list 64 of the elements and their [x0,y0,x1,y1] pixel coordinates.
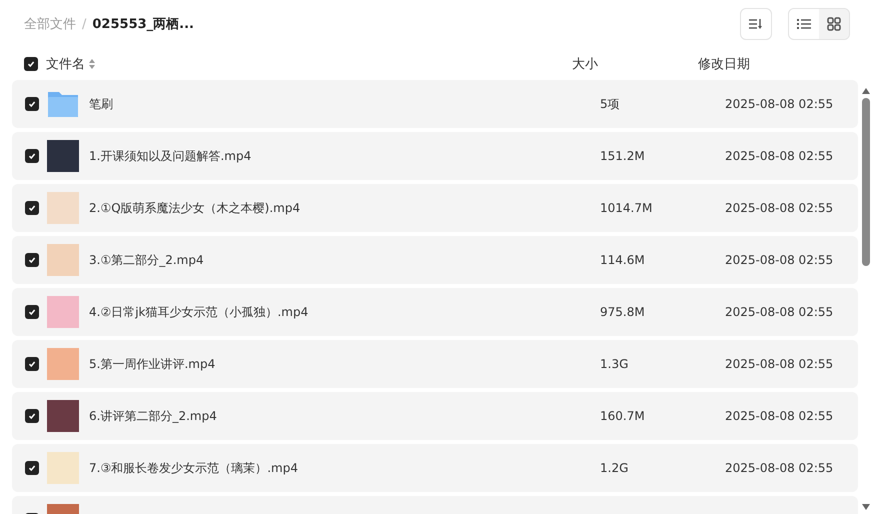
file-row[interactable]: 6.讲评第二部分_2.mp4 160.7M 2025-08-08 02:55 [12,392,858,440]
file-row[interactable]: 2.①Q版萌系魔法少女（木之本樱).mp4 1014.7M 2025-08-08 02:55 [12,184,858,232]
modified-date: 2025-08-08 02:55 [725,409,834,423]
checkbox[interactable] [25,461,39,475]
file-size: 114.6M [600,253,646,267]
file-name: 2.①Q版萌系魔法少女（木之本樱).mp4 [89,200,302,216]
checkbox[interactable] [25,409,39,423]
list-icon [797,18,811,30]
checkbox[interactable] [25,357,39,371]
scrollbar-thumb[interactable] [862,98,870,266]
check-icon [28,204,36,212]
file-row[interactable]: 7.③和服长卷发少女示范（璃茉）.mp4 1.2G 2025-08-08 02:55 [12,444,858,492]
file-name: 1.开课须知以及问题解答.mp4 [89,148,252,164]
check-icon [28,256,36,264]
file-row[interactable]: 3.①第二部分_2.mp4 114.6M 2025-08-08 02:55 [12,236,858,284]
file-size: 1.3G [600,357,630,371]
file-row[interactable]: 4.②日常jk猫耳少女示范（小孤独）.mp4 975.8M 2025-08-08 02:55 [12,288,858,336]
check-icon [28,360,36,368]
sort-icon[interactable] [89,59,95,69]
file-row[interactable]: 笔刷 5项 2025-08-08 02:55 [12,80,858,128]
checkbox[interactable] [25,201,39,215]
modified-date: 2025-08-08 02:55 [725,357,834,371]
file-size: 5项 [600,96,621,112]
sort-button[interactable] [740,8,772,40]
check-icon [28,412,36,420]
file-name: 3.①第二部分_2.mp4 [89,252,205,268]
list-view-button[interactable] [789,9,819,39]
file-size: 1.2G [600,461,630,475]
check-icon [28,464,36,472]
column-header[interactable]: 文件名 [46,55,85,73]
file-row[interactable]: 1.开课须知以及问题解答.mp4 151.2M 2025-08-08 02:55 [12,132,858,180]
grid-icon [827,17,841,31]
modified-date: 2025-08-08 02:55 [725,305,834,319]
checkbox[interactable] [25,149,39,163]
file-name: 笔刷 [89,96,114,112]
breadcrumb-current: 025553_两栖... [92,16,194,33]
check-icon [28,100,36,108]
check-icon [28,152,36,160]
breadcrumb-separator: / [82,16,86,32]
file-size: 151.2M [600,149,646,163]
modified-date: 2025-08-08 02:55 [725,97,834,111]
file-name: 4.②日常jk猫耳少女示范（小孤独）.mp4 [89,304,310,320]
scroll-down-icon[interactable] [862,504,870,510]
column-header: 大小 [572,57,598,72]
file-size: 160.7M [600,409,646,423]
checkbox[interactable] [25,305,39,319]
scroll-up-icon[interactable] [862,88,870,94]
file-name: 7.③和服长卷发少女示范（璃茉）.mp4 [89,460,299,476]
modified-date: 2025-08-08 02:55 [725,149,834,163]
check-icon [27,60,35,68]
modified-date: 2025-08-08 02:55 [725,253,834,267]
checkbox[interactable] [25,97,39,111]
check-icon [28,308,36,316]
checkbox[interactable] [24,57,38,71]
file-name: 5.第一周作业讲评.mp4 [89,356,216,372]
modified-date: 2025-08-08 02:55 [725,461,834,475]
column-header: 修改日期 [698,57,750,72]
file-row[interactable]: 5.第一周作业讲评.mp4 1.3G 2025-08-08 02:55 [12,340,858,388]
sort-order-icon [749,18,763,30]
checkbox[interactable] [25,253,39,267]
file-size: 975.8M [600,305,646,319]
file-size: 1014.7M [600,201,654,215]
modified-date: 2025-08-08 02:55 [725,201,834,215]
file-name: 6.讲评第二部分_2.mp4 [89,408,218,424]
